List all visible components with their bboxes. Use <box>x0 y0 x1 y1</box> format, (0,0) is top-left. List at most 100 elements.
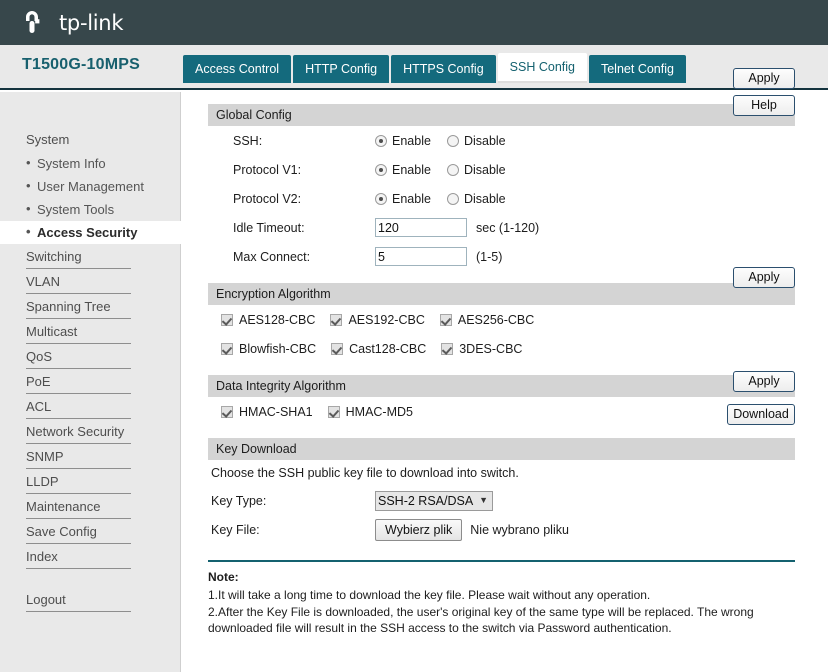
checkbox-hmac-sha1-box[interactable] <box>221 405 233 418</box>
encryption-buttons: Apply <box>733 267 795 288</box>
help-button[interactable]: Help <box>733 95 795 116</box>
tab-access-control[interactable]: Access Control <box>183 55 292 83</box>
checkbox-cast128-box[interactable] <box>331 342 344 355</box>
key-download-buttons: Download <box>727 404 795 425</box>
row-key-file: Key File: Wybierz plik Nie wybrano pliku <box>181 515 828 544</box>
key-type-select[interactable]: SSH-2 RSA/DSA <box>375 490 493 511</box>
sidebar-item-save-config[interactable]: Save Config <box>26 519 131 544</box>
main-content: Global Config SSH: Enable Disable Protoc… <box>181 68 828 672</box>
section-title-global-config: Global Config <box>208 104 795 126</box>
radio-v2-disable[interactable]: Disable <box>446 191 506 206</box>
checkbox-aes192-box[interactable] <box>330 313 343 326</box>
radio-v1-disable-dot[interactable] <box>446 163 459 176</box>
sidebar-item-system[interactable]: System <box>26 128 180 152</box>
sidebar-group-system: System System Info User Management Syste… <box>0 128 181 612</box>
apply-integrity-button[interactable]: Apply <box>733 371 795 392</box>
sidebar-item-system-info[interactable]: System Info <box>26 152 180 175</box>
apply-global-button[interactable]: Apply <box>733 68 795 89</box>
note-line-1: 1.It will take a long time to download t… <box>208 588 651 602</box>
download-button[interactable]: Download <box>727 404 795 425</box>
encryption-row-2: Blowfish-CBC Cast128-CBC 3DES-CBC <box>181 334 828 363</box>
radio-v2-disable-label: Disable <box>463 191 506 206</box>
checkbox-aes192[interactable]: AES192-CBC <box>330 312 425 327</box>
checkbox-aes256[interactable]: AES256-CBC <box>439 312 535 327</box>
radio-ssh-disable[interactable]: Disable <box>446 133 506 148</box>
sidebar-item-network-security[interactable]: Network Security <box>26 419 131 444</box>
global-config-buttons: Apply Help <box>733 68 795 116</box>
sidebar-item-lldp[interactable]: LLDP <box>26 469 131 494</box>
sidebar-item-maintenance[interactable]: Maintenance <box>26 494 131 519</box>
checkbox-blowfish-box[interactable] <box>221 342 233 355</box>
radio-v1-enable[interactable]: Enable <box>375 163 431 177</box>
sidebar-item-snmp[interactable]: SNMP <box>26 444 131 469</box>
radio-v2-enable[interactable]: Enable <box>375 192 431 206</box>
checkbox-aes256-label: AES256-CBC <box>457 312 535 327</box>
checkbox-3des-box[interactable] <box>441 342 454 355</box>
tab-http-config[interactable]: HTTP Config <box>293 55 390 83</box>
radio-v2-disable-dot[interactable] <box>446 192 459 205</box>
note-block: Note: 1.It will take a long time to down… <box>208 569 795 636</box>
max-connect-input[interactable] <box>375 247 467 266</box>
checkbox-aes128-box[interactable] <box>221 313 233 326</box>
file-status-text: Nie wybrano pliku <box>470 522 569 537</box>
checkbox-aes256-box[interactable] <box>439 313 452 326</box>
sidebar-item-logout[interactable]: Logout <box>26 587 131 612</box>
radio-v1-enable-label: Enable <box>392 162 431 177</box>
apply-encryption-button[interactable]: Apply <box>733 267 795 288</box>
idle-timeout-input[interactable] <box>375 218 467 237</box>
checkbox-aes192-label: AES192-CBC <box>348 312 425 327</box>
sidebar-item-switching[interactable]: Switching <box>26 244 131 269</box>
row-key-type: Key Type: SSH-2 RSA/DSA ▼ <box>181 486 828 515</box>
sidebar-item-acl[interactable]: ACL <box>26 394 131 419</box>
radio-v1-disable[interactable]: Disable <box>446 162 506 177</box>
sidebar-item-qos[interactable]: QoS <box>26 344 131 369</box>
label-idle-timeout: Idle Timeout: <box>233 220 305 235</box>
note-title: Note: <box>208 570 239 584</box>
checkbox-hmac-md5-box[interactable] <box>327 405 340 418</box>
tab-ssh-config[interactable]: SSH Config <box>497 53 587 83</box>
max-connect-hint: (1-5) <box>476 249 503 264</box>
radio-v1-enable-dot[interactable] <box>375 163 387 176</box>
section-title-encryption: Encryption Algorithm <box>208 283 795 305</box>
tab-https-config[interactable]: HTTPS Config <box>391 55 496 83</box>
tab-telnet-config[interactable]: Telnet Config <box>588 55 686 83</box>
sidebar-item-multicast[interactable]: Multicast <box>26 319 131 344</box>
section-title-key-download: Key Download <box>208 438 795 460</box>
sidebar-item-index[interactable]: Index <box>26 544 131 569</box>
radio-ssh-enable[interactable]: Enable <box>375 134 431 148</box>
sidebar-item-system-tools[interactable]: System Tools <box>26 198 180 221</box>
ssh-config-page: tp-link T1500G-10MPS Access Control HTTP… <box>0 0 828 672</box>
radio-v2-enable-label: Enable <box>392 191 431 206</box>
checkbox-blowfish[interactable]: Blowfish-CBC <box>221 342 316 356</box>
label-key-file: Key File: <box>211 522 260 537</box>
checkbox-hmac-md5[interactable]: HMAC-MD5 <box>327 405 413 419</box>
sidebar-item-poe[interactable]: PoE <box>26 369 131 394</box>
label-max-connect: Max Connect: <box>233 249 311 264</box>
checkbox-aes128-label: AES128-CBC <box>239 312 316 327</box>
checkbox-hmac-sha1[interactable]: HMAC-SHA1 <box>221 405 313 419</box>
row-ssh: SSH: Enable Disable <box>181 126 828 155</box>
radio-v1-disable-label: Disable <box>463 162 506 177</box>
sidebar-item-spanning-tree[interactable]: Spanning Tree <box>26 294 131 319</box>
radio-ssh-enable-dot[interactable] <box>375 134 387 147</box>
checkbox-cast128[interactable]: Cast128-CBC <box>331 342 426 356</box>
row-protocol-v2: Protocol V2: Enable Disable <box>181 184 828 213</box>
radio-ssh-disable-label: Disable <box>463 133 506 148</box>
sidebar-item-user-management[interactable]: User Management <box>26 175 180 198</box>
row-max-connect: Max Connect: (1-5) <box>181 242 828 271</box>
checkbox-aes128[interactable]: AES128-CBC <box>221 313 315 327</box>
brand-logo: tp-link <box>22 8 123 38</box>
row-protocol-v1: Protocol V1: Enable Disable <box>181 155 828 184</box>
sidebar-item-vlan[interactable]: VLAN <box>26 269 131 294</box>
top-header-bar: tp-link <box>0 0 828 45</box>
choose-file-button[interactable]: Wybierz plik <box>375 518 463 541</box>
radio-v2-enable-dot[interactable] <box>375 192 387 205</box>
radio-ssh-disable-dot[interactable] <box>446 134 459 147</box>
key-type-select-wrap[interactable]: SSH-2 RSA/DSA ▼ <box>375 490 493 511</box>
model-name: T1500G-10MPS <box>22 56 141 73</box>
checkbox-hmac-sha1-label: HMAC-SHA1 <box>239 404 313 419</box>
note-line-2: 2.After the Key File is downloaded, the … <box>208 605 754 635</box>
sidebar-item-access-security[interactable]: Access Security <box>0 221 181 244</box>
checkbox-3des[interactable]: 3DES-CBC <box>441 342 522 356</box>
radio-ssh-enable-label: Enable <box>392 133 431 148</box>
